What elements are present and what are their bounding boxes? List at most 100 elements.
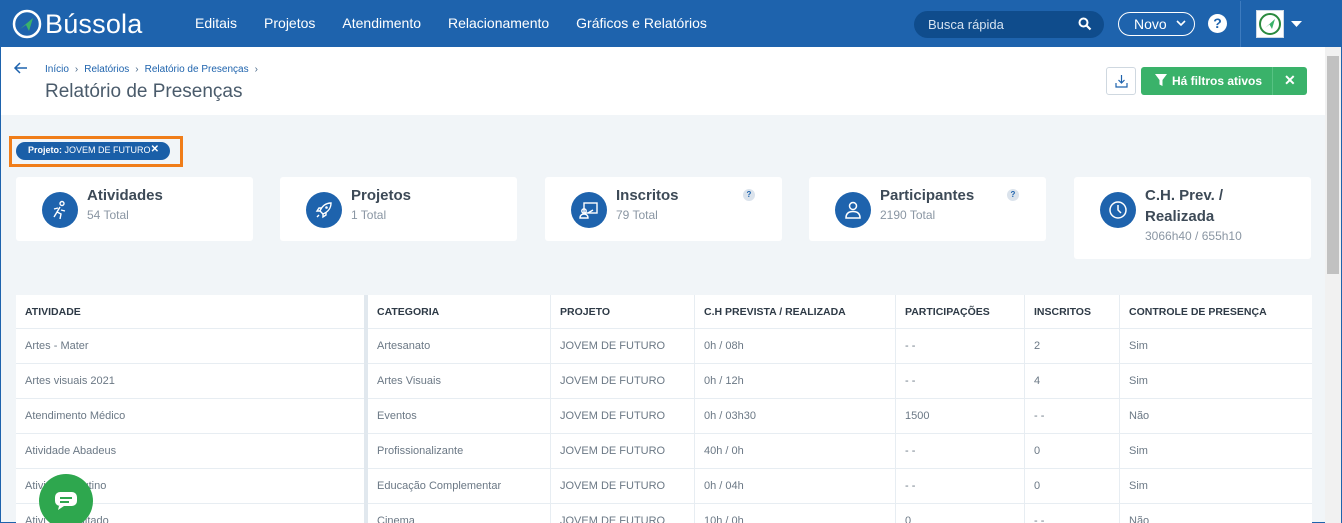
nav-item-graficos-relatorios[interactable]: Gráficos e Relatórios [576,15,707,31]
main-nav: Editais Projetos Atendimento Relacioname… [195,15,734,31]
cell-controle-presenca: Sim [1119,364,1312,399]
top-navbar: Bússola Editais Projetos Atendimento Rel… [1,1,1341,47]
table-row[interactable]: Ativi este editado Cinema JOVEM DE FUTUR… [16,504,1312,523]
scrollbar-thumb[interactable] [1327,56,1339,274]
cell-ch: 0h / 12h [694,364,895,399]
filter-chip-projeto[interactable]: Projeto: JOVEM DE FUTURO ✕ [16,142,170,160]
page-title: Relatório de Presenças [45,81,243,102]
export-button[interactable] [1106,67,1136,95]
card-title-line2: Realizada [1145,208,1215,225]
table-row[interactable]: Atividade Abadeus Profissionalizante JOV… [16,434,1312,469]
remove-filter-icon[interactable]: ✕ [151,144,159,155]
active-filters-button[interactable]: Há filtros ativos ✕ [1141,67,1307,95]
column-header-atividade[interactable]: ATIVIDADE [16,295,364,330]
new-button[interactable]: Novo [1118,12,1195,36]
cell-ch: 0h / 08h [694,329,895,364]
breadcrumb-relatorios[interactable]: Relatórios [84,64,129,75]
cell-categoria: Profissionalizante [364,434,550,469]
cell-categoria: Eventos [364,399,550,434]
stat-card-participantes: Participantes 2190 Total ? [809,177,1046,241]
column-header-categoria[interactable]: CATEGORIA [364,295,550,330]
clock-icon [1100,192,1136,228]
cell-ch: 10h / 0h [694,504,895,523]
cell-controle-presenca: Não [1119,399,1312,434]
cell-atividade: Atendimento Médico [25,410,126,422]
stat-card-inscritos: Inscritos 79 Total ? [545,177,782,241]
back-arrow-icon[interactable] [13,61,29,75]
table-row[interactable]: Artes visuais 2021 Artes Visuais JOVEM D… [16,364,1312,399]
cell-inscritos: - - [1024,504,1119,523]
enrolled-icon [571,192,607,228]
user-menu-caret-icon[interactable] [1291,20,1302,28]
nav-item-editais[interactable]: Editais [195,15,237,31]
column-header-ch[interactable]: C.H PREVISTA / REALIZADA [694,295,895,330]
cell-participacoes: - - [895,364,1024,399]
search-icon[interactable] [1078,17,1092,31]
nav-item-relacionamento[interactable]: Relacionamento [448,15,549,31]
compass-avatar-icon [1259,13,1281,35]
cell-projeto: JOVEM DE FUTURO [550,364,694,399]
navbar-divider [1240,1,1241,47]
chat-widget-button[interactable] [39,474,93,523]
cell-atividade: Atividade Abadeus [25,445,117,457]
clear-filters-icon[interactable]: ✕ [1284,72,1296,89]
nav-item-atendimento[interactable]: Atendimento [342,15,421,31]
filter-icon [1155,74,1167,86]
nav-item-projetos[interactable]: Projetos [264,15,315,31]
table-row[interactable]: Ativi o I matutino Educação Complementar… [16,469,1312,504]
breadcrumb-inicio[interactable]: Início [45,64,69,75]
cell-categoria: Cinema [364,504,550,523]
cell-participacoes: - - [895,434,1024,469]
cell-participacoes: 0 [895,504,1024,523]
app-logo[interactable]: Bússola [12,7,142,41]
filter-chip-key: Projeto: [28,145,63,155]
cell-projeto: JOVEM DE FUTURO [550,399,694,434]
column-header-participacoes[interactable]: PARTICIPAÇÕES [895,295,1024,330]
cell-inscritos: - - [1024,399,1119,434]
quick-search-input[interactable]: Busca rápida [914,11,1104,38]
cell-ch: 0h / 04h [694,469,895,504]
breadcrumb-relatorio-presencas[interactable]: Relatório de Presenças [145,64,249,75]
stat-card-projetos: Projetos 1 Total [280,177,517,241]
help-icon[interactable]: ? [1208,14,1227,33]
column-header-projeto[interactable]: PROJETO [550,295,694,330]
chat-bubble-icon [55,492,77,510]
card-value: 1 Total [351,208,387,222]
breadcrumb-separator-icon: › [254,64,258,75]
cell-projeto: JOVEM DE FUTURO [550,469,694,504]
cell-ch: 0h / 03h30 [694,399,895,434]
chevron-down-icon [1176,20,1186,27]
cell-controle-presenca: Sim [1119,469,1312,504]
cell-projeto: JOVEM DE FUTURO [550,329,694,364]
column-header-controle-presenca[interactable]: CONTROLE DE PRESENÇA [1119,295,1312,330]
breadcrumb: Início › Relatórios › Relatório de Prese… [45,64,264,75]
stat-card-carga-horaria: C.H. Prev. / Realizada 3066h40 / 655h10 [1074,177,1311,259]
cell-ch: 40h / 0h [694,434,895,469]
help-tooltip-icon[interactable]: ? [1007,189,1019,201]
card-title: C.H. Prev. / Realizada [1145,185,1223,227]
attendance-table: ATIVIDADE CATEGORIA PROJETO C.H PREVISTA… [16,295,1312,523]
cell-categoria: Artes Visuais [364,364,550,399]
card-title: Atividades [87,187,163,204]
cell-controle-presenca: Sim [1119,434,1312,469]
activity-icon [42,192,78,228]
breadcrumb-separator-icon: › [135,64,139,75]
rocket-icon [306,192,342,228]
new-button-label: Novo [1134,16,1167,32]
cell-participacoes: - - [895,469,1024,504]
download-document-icon [1115,75,1128,88]
compass-logo-icon [12,9,42,39]
help-tooltip-icon[interactable]: ? [743,189,755,201]
page-header: Início › Relatórios › Relatório de Prese… [1,47,1325,115]
column-header-inscritos[interactable]: INSCRITOS [1024,295,1119,330]
table-row[interactable]: Atendimento Médico Eventos JOVEM DE FUTU… [16,399,1312,434]
active-filters-label: Há filtros ativos [1172,74,1263,88]
cell-participacoes: - - [895,329,1024,364]
user-avatar[interactable] [1256,10,1284,38]
app-name: Bússola [45,8,143,39]
card-value: 79 Total [616,208,658,222]
cell-atividade: Artes visuais 2021 [25,375,115,387]
cell-inscritos: 2 [1024,329,1119,364]
person-icon [835,192,871,228]
table-row[interactable]: Artes - Mater Artesanato JOVEM DE FUTURO… [16,329,1312,364]
